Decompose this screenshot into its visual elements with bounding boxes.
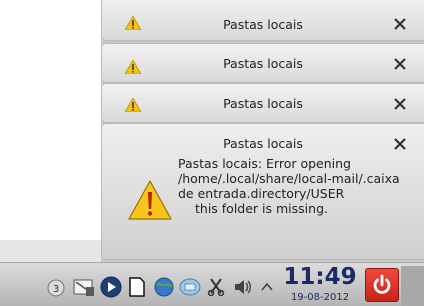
close-icon[interactable] — [392, 56, 408, 72]
notification-title: Pastas locais — [223, 56, 303, 71]
notification[interactable]: Pastas locais — [101, 83, 424, 123]
panel-edge — [401, 266, 424, 306]
volume-icon[interactable] — [233, 278, 253, 296]
desktop-strip — [0, 240, 101, 262]
close-icon[interactable] — [392, 96, 408, 112]
desktop-area — [0, 0, 101, 262]
message-line: /home/.local/share/local-mail/.caixa — [178, 171, 400, 186]
notification-title: Pastas locais — [223, 96, 303, 111]
clock-date[interactable]: 19-08-2012 — [280, 292, 360, 303]
battery-icon[interactable]: 3 — [46, 278, 66, 298]
network-manager-icon[interactable] — [179, 277, 201, 297]
close-icon[interactable] — [392, 136, 408, 152]
close-icon[interactable] — [392, 16, 408, 32]
notification[interactable]: Pastas locais — [101, 0, 424, 41]
network-icon[interactable] — [72, 277, 96, 299]
warning-icon — [128, 180, 172, 220]
notification-title: Pastas locais — [223, 136, 303, 151]
notes-icon[interactable] — [128, 277, 146, 297]
notification-expanded[interactable]: Pastas locais Pastas locais: Error openi… — [101, 123, 424, 260]
globe-icon[interactable] — [153, 276, 175, 298]
media-player-icon[interactable] — [100, 276, 122, 298]
svg-text:3: 3 — [53, 284, 59, 295]
clock-time[interactable]: 11:49 — [280, 264, 360, 290]
message-line: Pastas locais: Error opening — [178, 156, 351, 171]
notification-message: Pastas locais: Error opening /home/.loca… — [178, 156, 400, 216]
notification-title: Pastas locais — [223, 17, 303, 32]
clipboard-icon[interactable] — [206, 277, 226, 297]
power-icon — [373, 274, 391, 294]
notification[interactable]: Pastas locais — [101, 43, 424, 83]
message-line: de entrada.directory/USER — [178, 186, 345, 201]
expand-arrow-icon[interactable] — [261, 282, 273, 292]
message-line: this folder is missing. — [195, 201, 328, 216]
power-button[interactable] — [365, 268, 399, 302]
